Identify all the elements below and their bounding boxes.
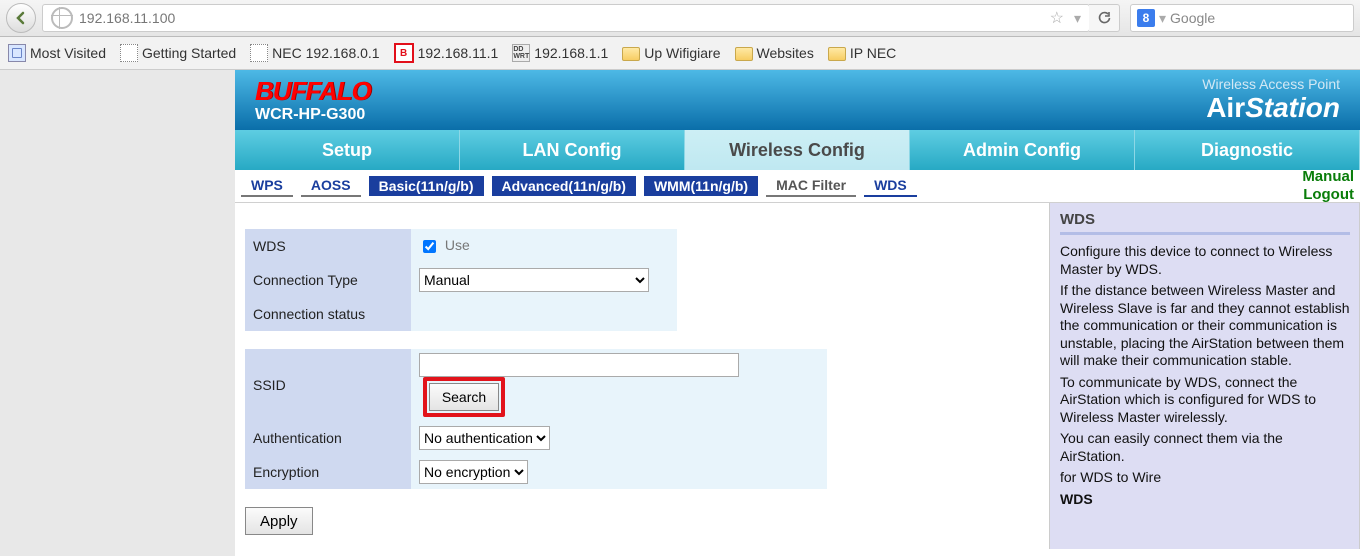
value-connection-status <box>411 297 677 331</box>
main-tabs: Setup LAN Config Wireless Config Admin C… <box>235 130 1360 170</box>
search-highlight: Search <box>423 377 505 417</box>
bookmarks-bar: Most Visited Getting Started NEC 192.168… <box>0 37 1360 70</box>
tab-admin-config[interactable]: Admin Config <box>910 130 1135 170</box>
app-header: BUFFALO WCR-HP-G300 Wireless Access Poin… <box>235 70 1360 130</box>
select-connection-type[interactable]: Manual <box>419 268 649 292</box>
tab-lan-config[interactable]: LAN Config <box>460 130 685 170</box>
app-root: BUFFALO WCR-HP-G300 Wireless Access Poin… <box>235 70 1360 556</box>
label-connection-status: Connection status <box>245 297 411 331</box>
bookmark-label: Up Wifigiare <box>644 45 720 61</box>
back-button[interactable] <box>6 3 36 33</box>
input-ssid[interactable] <box>419 353 739 377</box>
url-text: 192.168.11.100 <box>79 10 175 26</box>
arrow-left-icon <box>14 11 28 25</box>
link-manual[interactable]: Manual <box>1302 168 1354 186</box>
reload-button[interactable] <box>1089 4 1120 32</box>
help-text: If the distance between Wireless Master … <box>1060 282 1350 370</box>
tab-wireless-config[interactable]: Wireless Config <box>685 130 910 170</box>
link-logout[interactable]: Logout <box>1302 186 1354 204</box>
label-use: Use <box>445 237 470 253</box>
label-wds: WDS <box>245 229 411 263</box>
bookmark-star-icon[interactable]: ☆ <box>1050 8 1064 28</box>
bookmark-folder-websites[interactable]: Websites <box>735 45 814 61</box>
search-engine-dropdown-icon[interactable]: ▾ <box>1159 10 1166 27</box>
url-bar[interactable]: 192.168.11.100 ☆ ▾ <box>42 4 1090 32</box>
help-text: Configure this device to connect to Wire… <box>1060 243 1350 278</box>
bookmark-label: Websites <box>757 45 814 61</box>
page-icon <box>8 44 26 62</box>
folder-icon <box>622 47 640 61</box>
label-connection-type: Connection Type <box>245 263 411 297</box>
bookmark-label: NEC 192.168.0.1 <box>272 45 379 61</box>
sub-tab-bar: WPS AOSS Basic(11n/g/b) Advanced(11n/g/b… <box>235 170 1360 203</box>
bookmark-nec[interactable]: NEC 192.168.0.1 <box>250 44 379 62</box>
help-text: for WDS to Wire <box>1060 469 1350 487</box>
help-panel: WDS Configure this device to connect to … <box>1049 203 1360 549</box>
select-authentication[interactable]: No authentication <box>419 426 550 450</box>
bookmark-label: 192.168.11.1 <box>418 45 499 61</box>
model-label: WCR-HP-G300 <box>255 106 371 124</box>
subtab-advanced[interactable]: Advanced(11n/g/b) <box>492 176 636 196</box>
product-name: AirStation <box>1202 92 1340 124</box>
label-encryption: Encryption <box>245 455 411 489</box>
bookmark-label: IP NEC <box>850 45 896 61</box>
folder-icon <box>828 47 846 61</box>
help-text: To communicate by WDS, connect the AirSt… <box>1060 374 1350 427</box>
wds-settings-table: WDS Use Connection Type Manual <box>245 229 677 331</box>
browser-toolbar: 192.168.11.100 ☆ ▾ 8 ▾ Google <box>0 0 1360 37</box>
form-area: WDS Use Connection Type Manual <box>235 203 1049 549</box>
help-foot: WDS <box>1060 491 1350 509</box>
subtab-basic[interactable]: Basic(11n/g/b) <box>369 176 484 196</box>
folder-icon <box>735 47 753 61</box>
help-title: WDS <box>1060 211 1350 228</box>
button-apply[interactable]: Apply <box>245 507 313 535</box>
page-icon <box>250 44 268 62</box>
buffalo-icon: B <box>394 43 414 63</box>
search-placeholder: Google <box>1170 10 1215 26</box>
ddwrt-icon: DDWRT <box>512 44 530 62</box>
bookmark-label: Most Visited <box>30 45 106 61</box>
button-search-ssid[interactable]: Search <box>429 383 499 411</box>
subtab-wmm[interactable]: WMM(11n/g/b) <box>644 176 758 196</box>
bookmark-most-visited[interactable]: Most Visited <box>8 44 106 62</box>
brand-logo: BUFFALO <box>255 77 371 106</box>
help-divider <box>1060 232 1350 235</box>
tab-diagnostic[interactable]: Diagnostic <box>1135 130 1360 170</box>
google-icon: 8 <box>1137 9 1155 27</box>
url-actions: ☆ ▾ <box>1050 8 1081 28</box>
tab-setup[interactable]: Setup <box>235 130 460 170</box>
help-text: You can easily connect them via the AirS… <box>1060 430 1350 465</box>
globe-icon <box>51 7 73 29</box>
subtab-wds[interactable]: WDS <box>864 175 917 197</box>
bookmark-folder-wifigiare[interactable]: Up Wifigiare <box>622 45 720 61</box>
page-gutter <box>0 70 235 556</box>
bookmark-getting-started[interactable]: Getting Started <box>120 44 236 62</box>
bookmark-buffalo[interactable]: B192.168.11.1 <box>394 43 499 63</box>
wireless-settings-table: SSID Search Authentication No authentica… <box>245 349 827 489</box>
checkbox-use-wds[interactable] <box>423 240 436 253</box>
browser-search-box[interactable]: 8 ▾ Google <box>1130 4 1354 32</box>
subtab-mac-filter[interactable]: MAC Filter <box>766 175 856 197</box>
bookmark-label: 192.168.1.1 <box>534 45 608 61</box>
reload-icon <box>1097 11 1111 25</box>
bookmark-folder-ipnec[interactable]: IP NEC <box>828 45 896 61</box>
bookmark-label: Getting Started <box>142 45 236 61</box>
subtab-aoss[interactable]: AOSS <box>301 175 361 197</box>
bookmark-ddwrt[interactable]: DDWRT192.168.1.1 <box>512 44 608 62</box>
page-icon <box>120 44 138 62</box>
subtab-wps[interactable]: WPS <box>241 175 293 197</box>
history-dropdown-icon[interactable]: ▾ <box>1074 10 1081 27</box>
header-tagline: Wireless Access Point <box>1202 76 1340 92</box>
select-encryption[interactable]: No encryption <box>419 460 528 484</box>
label-ssid: SSID <box>245 349 411 421</box>
label-authentication: Authentication <box>245 421 411 455</box>
